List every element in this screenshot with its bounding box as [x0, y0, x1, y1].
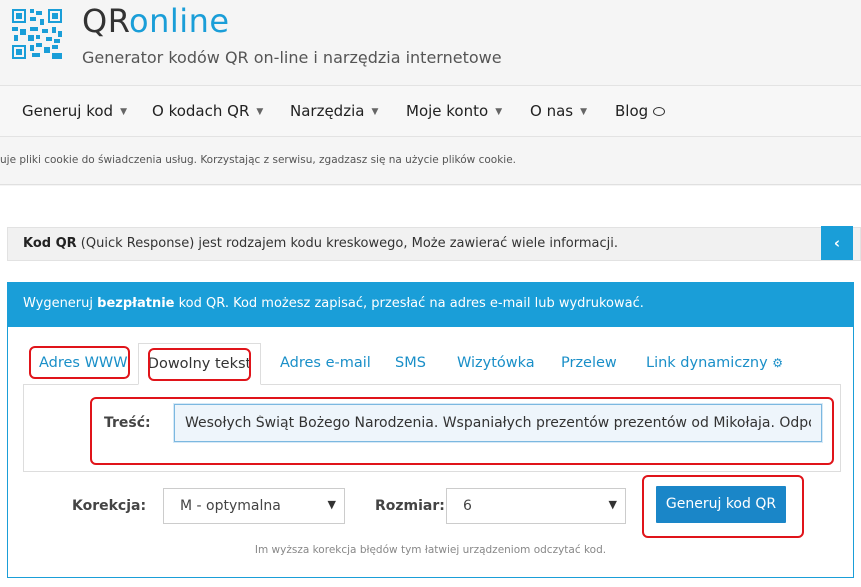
content-input[interactable] [174, 404, 822, 442]
correction-select[interactable]: M - optymalna ▼ [163, 488, 345, 524]
generate-qr-button[interactable]: Generuj kod QR [656, 486, 786, 523]
brand-main: QR [82, 2, 129, 40]
nav-label: Narzędzia [290, 102, 365, 120]
nav-item-narzedzia[interactable]: Narzędzia ▼ [290, 102, 378, 120]
chevron-down-icon: ▼ [580, 107, 588, 117]
panel-header-bold: bezpłatnie [97, 296, 175, 311]
chevron-down-icon: ▼ [327, 498, 336, 511]
nav-label: Generuj kod [22, 102, 114, 120]
tab-sms[interactable]: SMS [395, 355, 426, 371]
info-bar-text: (Quick Response) jest rodzajem kodu kres… [76, 236, 618, 251]
nav-label: O kodach QR [152, 102, 250, 120]
cookie-notice: uje pliki cookie do świadczenia usług. K… [0, 137, 861, 185]
correction-value: M - optymalna [180, 498, 281, 514]
tab-dowolny-tekst[interactable]: Dowolny tekst [138, 343, 261, 385]
tab-przelew[interactable]: Przelew [561, 355, 617, 371]
main-nav: Generuj kod ▼ O kodach QR ▼ Narzędzia ▼ Moj… [0, 85, 861, 137]
tab-wizytowka[interactable]: Wizytówka [457, 355, 535, 371]
speech-bubble-icon [653, 107, 666, 116]
tab-link-dynamiczny[interactable]: Link dynamiczny ⚙ [646, 355, 783, 371]
nav-item-o-nas[interactable]: O nas ▼ [530, 102, 587, 120]
info-toggle-button[interactable]: ‹ [821, 226, 853, 260]
chevron-down-icon: ▼ [371, 107, 379, 117]
nav-item-generuj-kod[interactable]: Generuj kod ▼ [22, 102, 127, 120]
panel-header-post: kod QR. Kod możesz zapisać, przesłać na … [174, 296, 644, 311]
qr-logo-icon[interactable] [12, 8, 62, 60]
nav-label: Moje konto [406, 102, 489, 120]
brand-name[interactable]: QRonline [82, 2, 230, 40]
brand-accent: online [128, 2, 230, 40]
correction-label: Korekcja: [72, 498, 147, 514]
chevron-down-icon: ▼ [120, 107, 127, 117]
nav-label: Blog [615, 102, 649, 120]
nav-label: O nas [530, 102, 574, 120]
size-value: 6 [463, 498, 472, 514]
tab-adres-email[interactable]: Adres e-mail [280, 355, 371, 371]
nav-item-o-kodach-qr[interactable]: O kodach QR ▼ [152, 102, 263, 120]
chevron-down-icon: ▼ [608, 498, 617, 511]
chevron-down-icon: ▼ [256, 107, 264, 117]
site-header: QRonline Generator kodów QR on-line i na… [0, 0, 861, 85]
panel-header-pre: Wygeneruj [23, 296, 98, 311]
nav-item-blog[interactable]: Blog [615, 102, 666, 120]
content-label: Treść: [104, 415, 151, 431]
correction-hint: Im wyższa korekcja błędów tym łatwiej ur… [254, 544, 607, 556]
size-label: Rozmiar: [375, 498, 445, 514]
gears-icon: ⚙ [772, 356, 784, 370]
info-bar: Kod QR (Quick Response) jest rodzajem ko… [7, 227, 861, 261]
site-tagline: Generator kodów QR on-line i narzędzia i… [82, 48, 502, 67]
nav-item-moje-konto[interactable]: Moje konto ▼ [406, 102, 502, 120]
tab-adres-www[interactable]: Adres WWW [39, 355, 128, 371]
panel-header: Wygeneruj bezpłatnie kod QR. Kod możesz … [8, 283, 853, 327]
chevron-down-icon: ▼ [495, 107, 503, 117]
tab-label: Link dynamiczny [646, 355, 768, 371]
size-select[interactable]: 6 ▼ [446, 488, 626, 524]
info-bar-bold: Kod QR [23, 236, 77, 251]
